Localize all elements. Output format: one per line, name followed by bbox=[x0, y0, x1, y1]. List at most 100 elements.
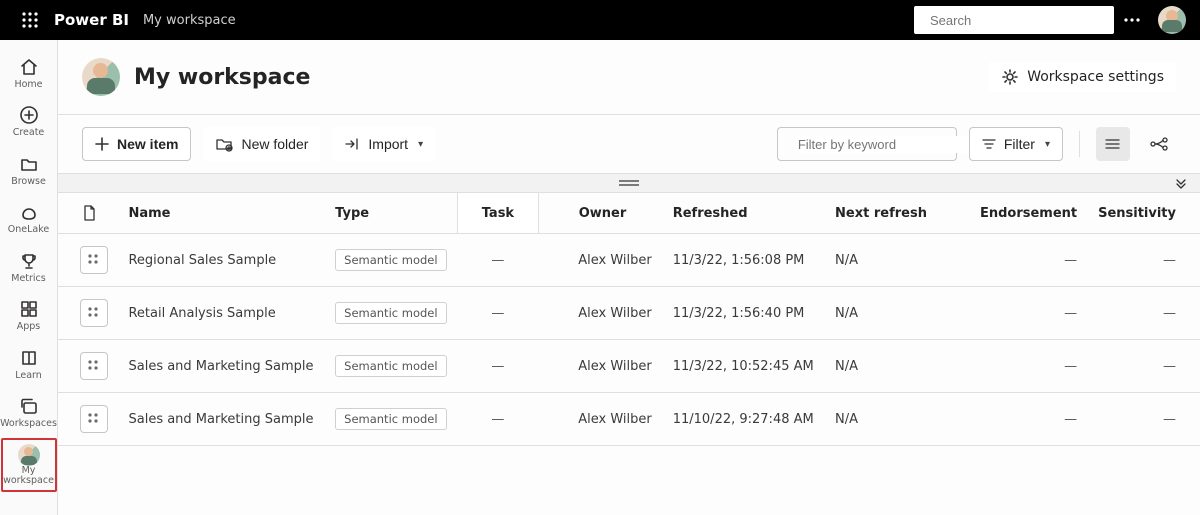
import-label: Import bbox=[368, 136, 408, 152]
row-refreshed: 11/3/22, 10:52:45 AM bbox=[663, 340, 825, 393]
workspace-avatar bbox=[82, 58, 120, 96]
semantic-model-icon bbox=[80, 405, 108, 433]
row-endorsement: — bbox=[956, 287, 1087, 340]
app-launcher-button[interactable] bbox=[10, 0, 50, 40]
filter-button-label: Filter bbox=[1004, 136, 1035, 152]
items-table: Name Type Task Owner Refreshed Next refr… bbox=[58, 193, 1200, 446]
rail-learn[interactable]: Learn bbox=[5, 341, 53, 387]
col-owner[interactable]: Owner bbox=[538, 193, 662, 234]
row-task: — bbox=[458, 287, 539, 340]
apps-icon bbox=[18, 298, 40, 320]
rail-label: OneLake bbox=[8, 225, 49, 235]
rail-label: Home bbox=[14, 80, 42, 90]
new-folder-button[interactable]: New folder bbox=[203, 127, 320, 161]
rail-my-workspace[interactable]: My workspace bbox=[1, 438, 57, 493]
chevron-down-icon: ▾ bbox=[1045, 139, 1050, 150]
col-endorsement[interactable]: Endorsement bbox=[956, 193, 1087, 234]
row-next-refresh: N/A bbox=[825, 393, 956, 446]
more-horizontal-icon bbox=[1124, 18, 1140, 22]
rail-workspaces[interactable]: Workspaces bbox=[5, 389, 53, 435]
rail-label: Apps bbox=[17, 322, 41, 332]
col-next-refresh[interactable]: Next refresh bbox=[825, 193, 956, 234]
collapse-handle[interactable] bbox=[58, 173, 1200, 193]
plus-icon bbox=[95, 137, 109, 151]
rail-label: Create bbox=[13, 128, 45, 138]
row-sensitivity: — bbox=[1087, 234, 1200, 287]
divider bbox=[1079, 131, 1080, 157]
plus-circle-icon bbox=[18, 104, 40, 126]
folder-icon bbox=[18, 153, 40, 175]
list-icon bbox=[1105, 137, 1121, 151]
brand-label: Power BI bbox=[54, 11, 129, 29]
rail-label: Learn bbox=[15, 371, 42, 381]
new-item-button[interactable]: New item bbox=[82, 127, 191, 161]
row-endorsement: — bbox=[956, 393, 1087, 446]
semantic-model-icon bbox=[80, 246, 108, 274]
user-avatar[interactable] bbox=[1158, 6, 1186, 34]
row-name[interactable]: Retail Analysis Sample bbox=[118, 287, 325, 340]
col-type[interactable]: Type bbox=[325, 193, 457, 234]
row-next-refresh: N/A bbox=[825, 340, 956, 393]
page-header: My workspace Workspace settings bbox=[58, 40, 1200, 115]
filter-input[interactable] bbox=[796, 136, 976, 153]
col-name[interactable]: Name bbox=[118, 193, 325, 234]
workspaces-icon bbox=[18, 395, 40, 417]
row-name[interactable]: Sales and Marketing Sample bbox=[118, 393, 325, 446]
rail-onelake[interactable]: OneLake bbox=[5, 195, 53, 241]
global-search[interactable] bbox=[914, 6, 1114, 34]
table-row[interactable]: Regional Sales SampleSemantic model—Alex… bbox=[58, 234, 1200, 287]
row-type: Semantic model bbox=[325, 287, 457, 340]
avatar-icon bbox=[18, 444, 40, 466]
rail-label: Browse bbox=[11, 177, 46, 187]
table-row[interactable]: Sales and Marketing SampleSemantic model… bbox=[58, 393, 1200, 446]
row-task: — bbox=[458, 340, 539, 393]
new-item-label: New item bbox=[117, 136, 178, 152]
rail-create[interactable]: Create bbox=[5, 98, 53, 144]
lineage-view-button[interactable] bbox=[1142, 127, 1176, 161]
row-name[interactable]: Regional Sales Sample bbox=[118, 234, 325, 287]
workspace-settings-label: Workspace settings bbox=[1027, 69, 1164, 85]
workspace-settings-button[interactable]: Workspace settings bbox=[989, 62, 1176, 92]
global-search-input[interactable] bbox=[928, 12, 1108, 29]
table-row[interactable]: Sales and Marketing SampleSemantic model… bbox=[58, 340, 1200, 393]
trophy-icon bbox=[18, 250, 40, 272]
row-name[interactable]: Sales and Marketing Sample bbox=[118, 340, 325, 393]
file-icon bbox=[82, 205, 96, 221]
import-button[interactable]: Import ▾ bbox=[332, 127, 435, 161]
onelake-icon bbox=[18, 201, 40, 223]
filter-button[interactable]: Filter ▾ bbox=[969, 127, 1063, 161]
filter-icon bbox=[982, 138, 996, 150]
row-sensitivity: — bbox=[1087, 340, 1200, 393]
breadcrumb[interactable]: My workspace bbox=[143, 13, 236, 28]
list-view-button[interactable] bbox=[1096, 127, 1130, 161]
more-options-button[interactable] bbox=[1114, 0, 1150, 40]
main-content: My workspace Workspace settings New item… bbox=[58, 40, 1200, 515]
col-sensitivity[interactable]: Sensitivity bbox=[1087, 193, 1200, 234]
row-sensitivity: — bbox=[1087, 393, 1200, 446]
chevron-down-icon: ▾ bbox=[418, 139, 423, 150]
top-bar: Power BI My workspace bbox=[0, 0, 1200, 40]
rail-metrics[interactable]: Metrics bbox=[5, 244, 53, 290]
row-type: Semantic model bbox=[325, 234, 457, 287]
table-row[interactable]: Retail Analysis SampleSemantic model—Ale… bbox=[58, 287, 1200, 340]
rail-label: Metrics bbox=[11, 274, 45, 284]
row-refreshed: 11/3/22, 1:56:08 PM bbox=[663, 234, 825, 287]
row-owner: Alex Wilber bbox=[538, 287, 662, 340]
drag-handle-icon bbox=[619, 180, 639, 182]
rail-label: Workspaces bbox=[0, 419, 57, 429]
rail-home[interactable]: Home bbox=[5, 50, 53, 96]
waffle-icon bbox=[22, 12, 38, 28]
new-folder-label: New folder bbox=[241, 136, 308, 152]
row-refreshed: 11/3/22, 1:56:40 PM bbox=[663, 287, 825, 340]
page-title: My workspace bbox=[134, 65, 989, 90]
row-type: Semantic model bbox=[325, 393, 457, 446]
rail-browse[interactable]: Browse bbox=[5, 147, 53, 193]
folder-plus-icon bbox=[215, 136, 233, 152]
row-endorsement: — bbox=[956, 340, 1087, 393]
col-refreshed[interactable]: Refreshed bbox=[663, 193, 825, 234]
expand-all-icon[interactable] bbox=[1174, 177, 1188, 189]
rail-apps[interactable]: Apps bbox=[5, 292, 53, 338]
col-icon[interactable] bbox=[58, 193, 118, 234]
filter-input-wrap[interactable] bbox=[777, 127, 957, 161]
col-task[interactable]: Task bbox=[458, 193, 539, 234]
